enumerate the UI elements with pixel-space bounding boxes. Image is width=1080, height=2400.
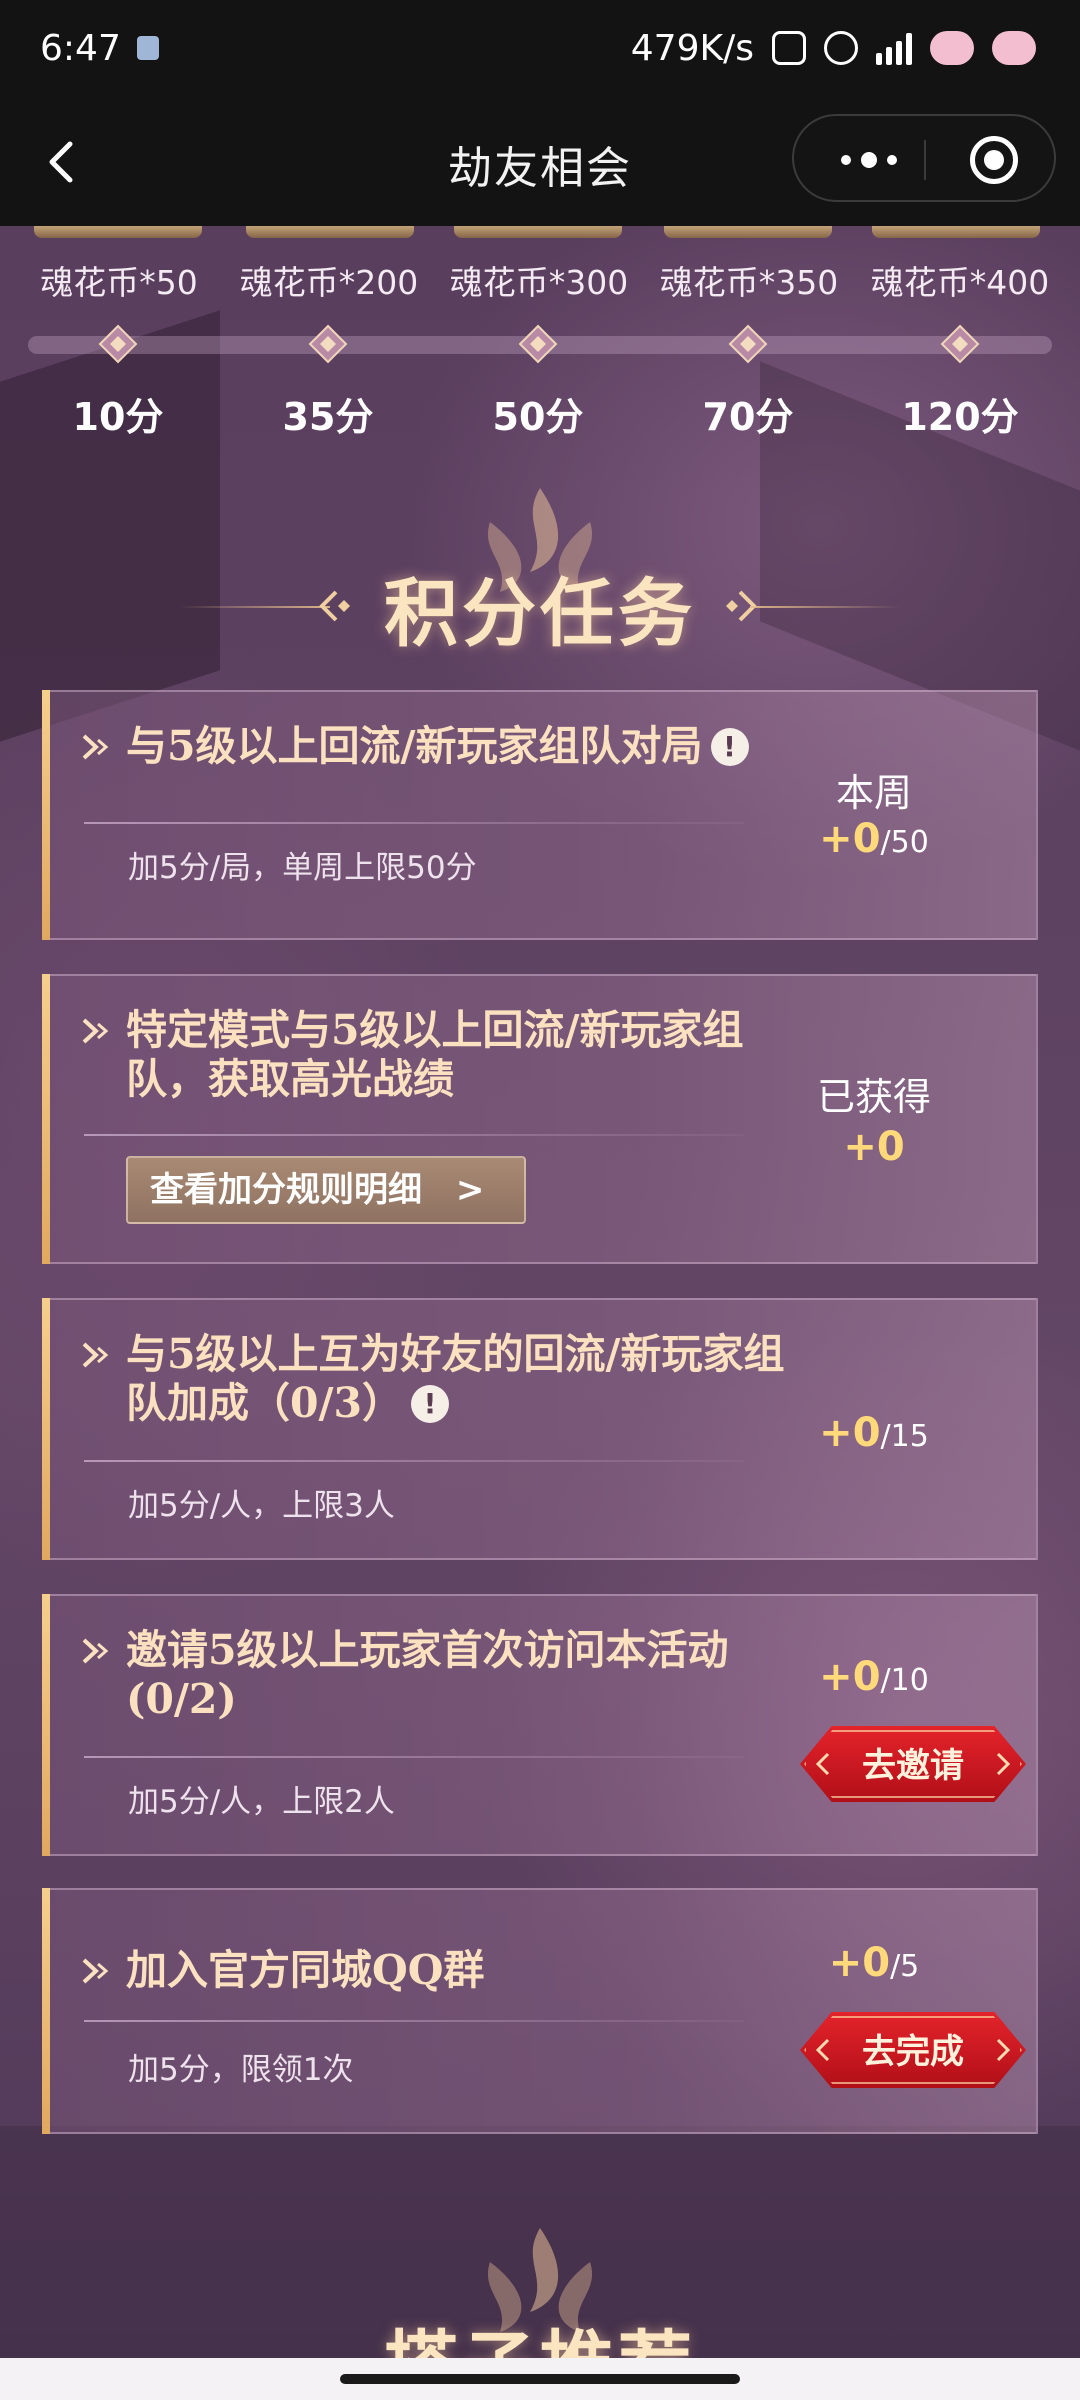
invite-button[interactable]: 去邀请 [800,1726,1026,1802]
task-score: +0/15 [744,1410,1004,1456]
task-score-limit: /50 [880,825,929,860]
background-shard [0,310,220,742]
task-arrow-icon [82,1638,109,1664]
task-score: +0/50 [744,816,1004,862]
milestone-score: 10分 [72,395,164,439]
task-score-gain: +0 [819,1654,881,1700]
task-description: 加5分/局，单周上限50分 [128,850,477,886]
activity-content[interactable]: 魂花币*50 魂花币*200 魂花币*300 魂花币*350 魂花币*400 1… [0,226,1080,2358]
task-title: 邀请5级以上玩家首次访问本活动(0/2) [126,1626,729,1723]
status-bar: 6:47 479K/s [0,0,1080,96]
navigation-bar: 劫友相会 [0,96,1080,226]
signal-icon [876,31,912,65]
milestone-diamond-icon [940,324,980,364]
reward-label: 魂花币*350 [659,263,839,302]
capsule-divider [924,140,926,180]
section-header-next: 搭子推荐 [0,2306,1080,2358]
reward-chest [34,226,202,238]
close-mini-program-icon[interactable] [970,136,1018,184]
task-score: +0/5 [744,1940,1004,1986]
task-arrow-icon [82,1342,109,1368]
task-divider [84,1756,744,1758]
task-divider [84,1134,744,1136]
task-score: +0 [744,1124,1004,1170]
reward-chest [872,226,1040,238]
task-score-limit: /10 [880,1663,929,1698]
task-score-gain: +0 [828,1940,891,1986]
reward-label: 魂花币*300 [449,263,629,302]
milestone-score: 70分 [702,395,794,439]
chevron-right-icon [996,2038,1011,2062]
task-description: 加5分/人，上限3人 [128,1488,395,1524]
title-ornament-line [750,606,900,608]
section-header: 积分任务 [0,554,1080,661]
reward-chest [664,226,832,238]
reward-items-row [0,226,1080,240]
section-title-next: 搭子推荐 [384,2323,696,2358]
chevron-right-icon [996,1752,1011,1776]
task-divider [84,822,744,824]
milestone-diamond-icon [98,324,138,364]
task-score: +0/10 [744,1654,1004,1700]
info-icon[interactable]: ! [710,728,749,766]
task-score-gain: +0 [819,1410,881,1456]
task-divider [84,1460,744,1462]
notification-icon [136,36,159,60]
task-arrow-icon [82,734,109,760]
mini-program-capsule [792,114,1056,202]
milestone-score: 35分 [282,395,374,439]
milestone-score: 120分 [901,395,1019,439]
task-card: 与5级以上互为好友的回流/新玩家组队加成（0/3）! 加5分/人，上限3人 +0… [42,1298,1038,1560]
task-description: 加5分/人，上限2人 [128,1784,395,1820]
nfc-icon [772,31,806,65]
task-title-text: 与5级以上回流/新玩家组队对局 [126,722,703,770]
wifi-icon [930,31,974,65]
task-card: 与5级以上回流/新玩家组队对局! 加5分/局，单周上限50分 本周 +0/50 [42,690,1038,940]
task-title: 与5级以上回流/新玩家组队对局! [126,722,846,771]
milestone-diamond-icon [728,324,768,364]
task-score-limit: /5 [890,1949,920,1984]
task-description: 加5分，限领1次 [128,2052,354,2088]
reward-label: 魂花币*50 [40,263,198,302]
home-indicator[interactable] [340,2374,740,2384]
task-title-text: 与5级以上互为好友的回流/新玩家组队加成（0/3） [126,1330,785,1427]
task-arrow-icon [82,1958,109,1984]
view-rules-arrow: > [455,1170,485,1210]
task-card: 加入官方同城QQ群 加5分，限领1次 +0/5 去完成 [42,1888,1038,2134]
task-title: 与5级以上互为好友的回流/新玩家组队加成（0/3）! [126,1330,806,1428]
reward-label: 魂花币*400 [870,263,1050,302]
view-rules-button[interactable]: 查看加分规则明细 > [126,1156,526,1224]
alarm-icon [824,31,858,65]
battery-icon [992,31,1036,65]
complete-button[interactable]: 去完成 [800,2012,1026,2088]
gesture-navigation-bar [0,2358,1080,2400]
more-options-icon[interactable] [824,142,914,178]
task-score-limit: /15 [880,1419,929,1454]
task-card: 邀请5级以上玩家首次访问本活动(0/2) 加5分/人，上限2人 +0/10 去邀… [42,1594,1038,1856]
task-title: 加入官方同城QQ群 [126,1946,485,1994]
view-rules-label: 查看加分规则明细 [150,1170,422,1210]
status-time: 6:47 [40,27,121,69]
task-period-label: 本周 [835,771,912,815]
reward-chest [246,226,414,238]
milestone-diamond-icon [308,324,348,364]
milestone-score: 50分 [492,395,584,439]
section-title: 积分任务 [384,571,696,657]
reward-chest [454,226,622,238]
task-arrow-icon [82,1018,109,1044]
task-obtained-label: 已获得 [816,1075,931,1119]
info-icon[interactable]: ! [411,1385,450,1423]
task-card: 特定模式与5级以上回流/新玩家组队，获取高光战绩 查看加分规则明细 > 已获得 … [42,974,1038,1264]
task-title: 特定模式与5级以上回流/新玩家组队，获取高光战绩 [126,1006,744,1103]
task-divider [84,2020,744,2022]
task-score-gain: +0 [819,816,881,862]
task-score-gain: +0 [843,1124,905,1170]
milestone-diamond-icon [518,324,558,364]
reward-label: 魂花币*200 [239,263,419,302]
network-speed: 479K/s [630,27,754,69]
